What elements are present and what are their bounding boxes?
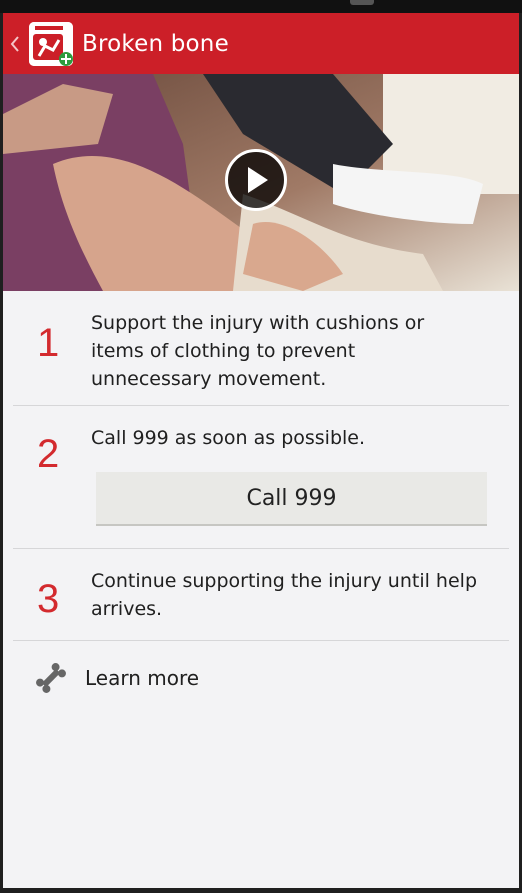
- play-button[interactable]: [225, 149, 287, 211]
- app-logo[interactable]: [29, 21, 73, 66]
- status-bar: [0, 0, 522, 13]
- device-frame: Broken bone 1 Support the injury with cu…: [0, 0, 522, 893]
- step-text: Continue supporting the injury until hel…: [91, 570, 478, 620]
- call-999-button[interactable]: Call 999: [96, 472, 487, 526]
- step-number: 1: [37, 321, 60, 365]
- status-indicator: [350, 0, 374, 5]
- video-thumbnail[interactable]: [3, 74, 519, 291]
- page-title: Broken bone: [82, 30, 229, 57]
- back-button[interactable]: [3, 13, 27, 74]
- learn-more-link[interactable]: Learn more: [13, 648, 509, 708]
- bone-icon: [36, 663, 66, 693]
- steps-list: 1 Support the injury with cushions or it…: [3, 291, 519, 641]
- learn-more-label: Learn more: [85, 666, 200, 690]
- first-aid-logo-icon: [29, 21, 73, 66]
- step-number: 2: [37, 432, 60, 476]
- step-item: 3 Continue supporting the injury until h…: [13, 549, 509, 641]
- step-item: 2 Call 999 as soon as possible. Call 999: [13, 406, 509, 549]
- play-icon: [248, 167, 268, 193]
- step-item: 1 Support the injury with cushions or it…: [13, 291, 509, 406]
- step-text: Call 999 as soon as possible.: [91, 427, 366, 449]
- app-bar: Broken bone: [3, 13, 519, 74]
- step-number: 3: [37, 577, 60, 621]
- app-screen: Broken bone 1 Support the injury with cu…: [3, 13, 519, 888]
- chevron-left-icon: [10, 35, 19, 52]
- step-text: Support the injury with cushions or item…: [91, 312, 425, 390]
